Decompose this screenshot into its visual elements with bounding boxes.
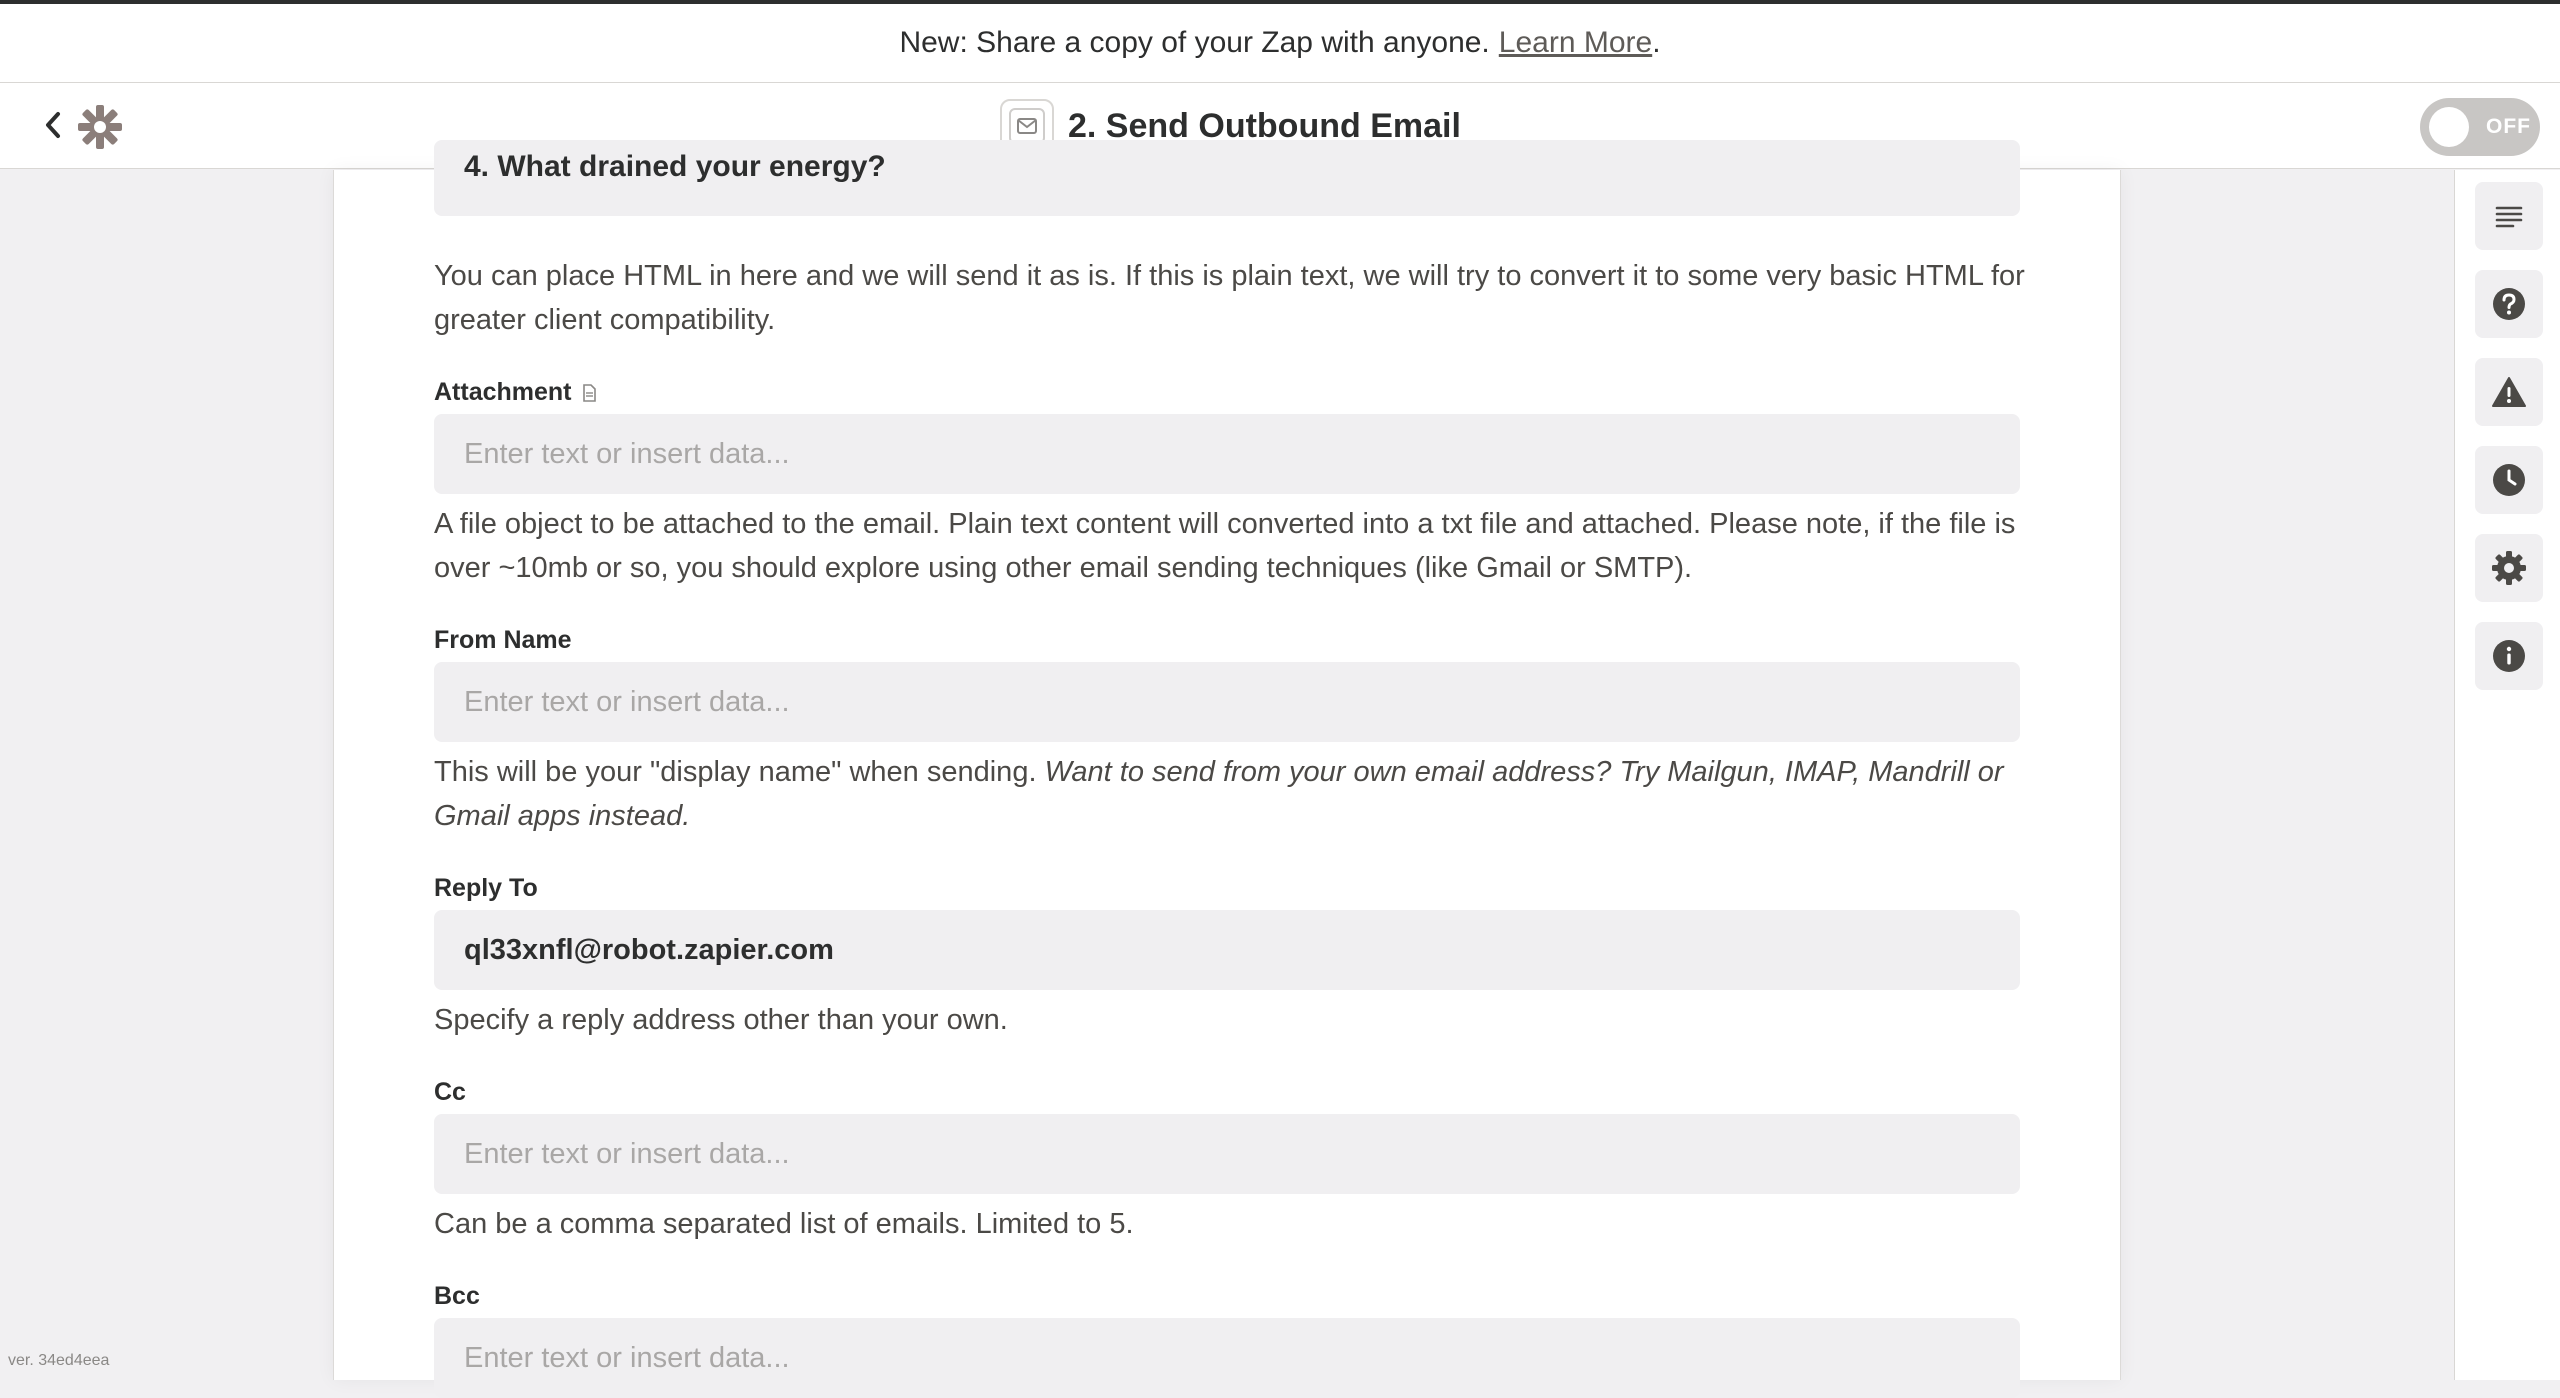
reply-to-help-text: Specify a reply address other than your … <box>434 1004 1008 1036</box>
bcc-label: Bcc <box>434 1282 480 1311</box>
cc-label-text: Cc <box>434 1078 466 1106</box>
info-button[interactable] <box>2475 622 2543 690</box>
cc-input[interactable]: Enter text or insert data... <box>434 1114 2020 1194</box>
outline-button[interactable] <box>2475 182 2543 250</box>
cc-help-text: Can be a comma separated list of emails.… <box>434 1208 1134 1240</box>
body-help-text: You can place HTML in here and we will s… <box>434 260 2025 336</box>
version-label: ver. 34ed4eea <box>8 1352 110 1369</box>
cc-label: Cc <box>434 1078 466 1107</box>
banner-text: New: Share a copy of your Zap with anyon… <box>899 26 1490 59</box>
chevron-left-icon <box>46 112 60 138</box>
toggle-knob <box>2429 107 2469 147</box>
file-icon <box>582 383 596 402</box>
from-name-label-text: From Name <box>434 626 572 654</box>
attachment-help-text: A file object to be attached to the emai… <box>434 508 2016 584</box>
toggle-label: OFF <box>2486 115 2531 138</box>
warnings-button[interactable] <box>2475 358 2543 426</box>
attachment-label: Attachment <box>434 378 596 407</box>
help-icon <box>2493 288 2525 320</box>
body-field-value: 4. What drained your energy? <box>464 150 886 183</box>
outline-icon <box>2495 206 2523 228</box>
bcc-label-text: Bcc <box>434 1282 480 1310</box>
zapier-logo-icon[interactable] <box>76 103 124 151</box>
reply-to-label-text: Reply To <box>434 874 538 902</box>
back-button[interactable] <box>38 105 68 145</box>
history-icon <box>2493 464 2525 496</box>
bcc-input[interactable]: Enter text or insert data... <box>434 1318 2020 1398</box>
settings-icon <box>2492 551 2526 585</box>
step-form-panel[interactable]: 4. What drained your energy? You can pla… <box>333 140 2121 1398</box>
history-button[interactable] <box>2475 446 2543 514</box>
warning-icon <box>2492 377 2526 407</box>
from-name-label: From Name <box>434 626 572 655</box>
help-button[interactable] <box>2475 270 2543 338</box>
reply-to-label: Reply To <box>434 874 538 903</box>
info-icon <box>2493 640 2525 672</box>
settings-button[interactable] <box>2475 534 2543 602</box>
from-name-help-plain: This will be your "display name" when se… <box>434 756 1037 788</box>
announcement-banner: New: Share a copy of your Zap with anyon… <box>0 0 2560 83</box>
reply-to-input[interactable]: ql33xnfl@robot.zapier.com <box>434 910 2020 990</box>
zap-on-off-toggle[interactable]: OFF <box>2420 98 2540 156</box>
learn-more-link[interactable]: Learn More <box>1499 26 1652 60</box>
from-name-help-text: This will be your "display name" when se… <box>434 750 2034 838</box>
from-name-input[interactable]: Enter text or insert data... <box>434 662 2020 742</box>
attachment-label-text: Attachment <box>434 378 572 406</box>
banner-suffix: . <box>1652 26 1661 59</box>
attachment-input[interactable]: Enter text or insert data... <box>434 414 2020 494</box>
right-sidebar <box>2454 170 2560 1380</box>
